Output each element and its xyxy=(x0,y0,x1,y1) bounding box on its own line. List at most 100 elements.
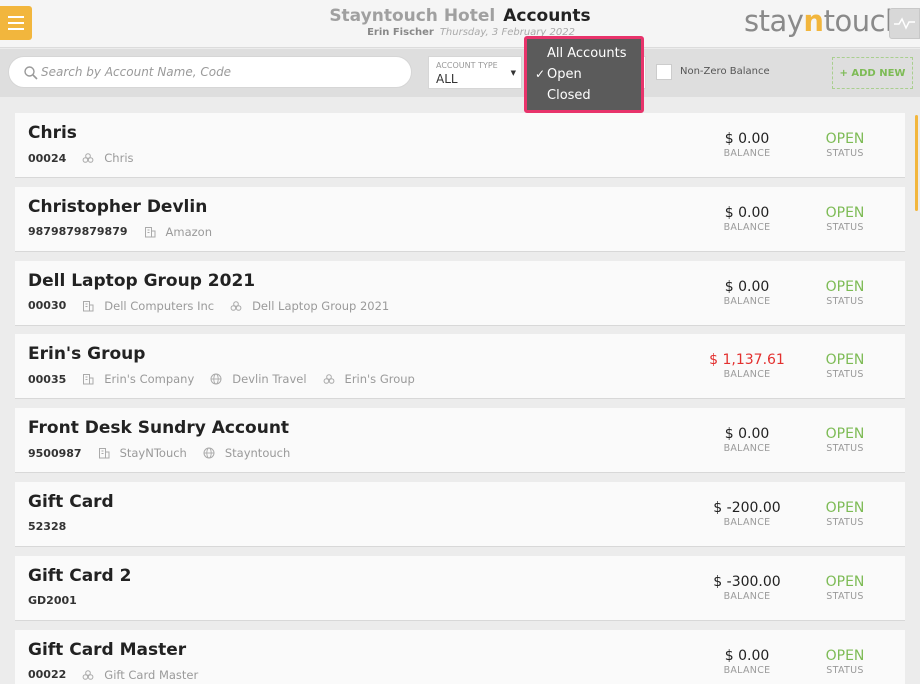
app-header: Stayntouch Hotel Accounts Erin Fischer Thu… xyxy=(0,0,920,48)
account-meta-item: Stayntouch xyxy=(203,446,290,460)
scrollbar[interactable] xyxy=(915,115,918,211)
account-code: 9500987 xyxy=(28,446,82,460)
status-caption: STATUS xyxy=(826,221,864,233)
filter-bar: ACCOUNT TYPE ALL ▼ Non-Zero Balance + AD… xyxy=(0,49,920,97)
account-row[interactable]: Christopher Devlin 9879879879879 Amazon $… xyxy=(15,186,905,252)
search-icon xyxy=(24,66,38,80)
group-icon xyxy=(230,300,247,312)
non-zero-balance-label: Non-Zero Balance xyxy=(680,66,770,77)
account-type-label: ACCOUNT TYPE xyxy=(436,61,498,70)
account-code: 00022 xyxy=(28,668,67,682)
balance-caption: BALANCE xyxy=(723,664,771,676)
account-balance: $ -300.00 BALANCE xyxy=(695,574,799,602)
globe-icon xyxy=(203,447,220,459)
dropdown-option-open[interactable]: ✓ Open xyxy=(527,64,641,85)
account-code: 9879879879879 xyxy=(28,225,128,239)
stayntouch-logo: stayntouch xyxy=(744,4,903,38)
balance-caption: BALANCE xyxy=(723,517,771,528)
account-row[interactable]: Gift Card 52328 $ -200.00 BALANCE OPEN S… xyxy=(15,482,905,547)
balance-caption: BALANCE xyxy=(723,148,771,159)
checkmark-icon: ✓ xyxy=(535,67,546,81)
balance-amount: $ -300.00 xyxy=(713,573,781,590)
account-row[interactable]: Gift Card Master 00022 Gift Card Master $… xyxy=(15,629,905,684)
status-value: OPEN xyxy=(825,352,865,369)
chevron-down-icon: ▼ xyxy=(510,69,516,77)
account-balance: $ 0.00 BALANCE xyxy=(695,426,799,454)
balance-amount: $ 0.00 xyxy=(724,647,770,664)
account-name: Gift Card Master xyxy=(28,639,187,660)
status-dropdown-menu: All Accounts ✓ Open Closed xyxy=(524,36,644,113)
account-meta: GD2001 xyxy=(28,594,93,607)
dropdown-option-closed[interactable]: Closed xyxy=(527,85,641,106)
balance-amount: $ 0.00 xyxy=(724,278,770,295)
balance-caption: BALANCE xyxy=(723,443,771,455)
account-status: OPEN STATUS xyxy=(805,648,885,676)
status-caption: STATUS xyxy=(826,664,864,676)
account-code: GD2001 xyxy=(28,593,77,607)
status-caption: STATUS xyxy=(826,148,864,159)
non-zero-balance-checkbox[interactable] xyxy=(656,64,672,80)
account-balance: $ 0.00 BALANCE xyxy=(695,648,799,676)
company-icon xyxy=(82,373,99,385)
account-meta: 00035 Erin's Company Devlin Travel Erin's G… xyxy=(28,372,431,386)
account-meta: 9500987 StayNTouch Stayntouch xyxy=(28,446,306,460)
account-code: 52328 xyxy=(28,520,67,533)
account-code: 00024 xyxy=(28,151,67,165)
status-value: OPEN xyxy=(825,500,865,516)
search-input[interactable] xyxy=(41,57,401,87)
balance-caption: BALANCE xyxy=(723,221,771,233)
account-type-value: ALL xyxy=(436,72,458,86)
status-value: OPEN xyxy=(825,426,865,443)
account-code: 00030 xyxy=(28,299,67,313)
company-icon xyxy=(98,447,115,459)
account-meta-item: Erin's Group xyxy=(323,372,415,386)
balance-amount: $ 0.00 xyxy=(724,426,770,443)
balance-amount: $ -200.00 xyxy=(713,500,781,516)
page-title: Accounts xyxy=(503,6,591,26)
account-row[interactable]: Chris 00024 Chris $ 0.00 BALANCE OPEN STA… xyxy=(15,113,905,178)
account-status: OPEN STATUS xyxy=(805,426,885,454)
account-meta-item: Devlin Travel xyxy=(210,372,307,386)
account-name: Gift Card 2 xyxy=(28,565,132,586)
status-value: OPEN xyxy=(825,204,865,221)
account-row[interactable]: Erin's Group 00035 Erin's Company Devlin T… xyxy=(15,334,905,400)
pulse-icon[interactable] xyxy=(889,8,920,39)
account-balance: $ 1,137.61 BALANCE xyxy=(695,352,799,380)
account-balance: $ 0.00 BALANCE xyxy=(695,131,799,159)
account-name: Christopher Devlin xyxy=(28,196,208,217)
search-box xyxy=(8,56,412,88)
add-new-button[interactable]: + ADD NEW xyxy=(832,57,913,89)
account-meta: 00030 Dell Computers Inc Dell Laptop Group… xyxy=(28,299,405,313)
status-caption: STATUS xyxy=(826,369,864,381)
account-meta-item: Chris xyxy=(82,151,134,165)
account-balance: $ -200.00 BALANCE xyxy=(695,500,799,528)
dropdown-option-all-accounts[interactable]: All Accounts xyxy=(527,43,641,64)
status-value: OPEN xyxy=(825,647,865,664)
status-caption: STATUS xyxy=(826,443,864,455)
status-caption: STATUS xyxy=(826,517,864,528)
account-status: OPEN STATUS xyxy=(805,352,885,380)
account-meta: 00024 Chris xyxy=(28,151,150,165)
balance-caption: BALANCE xyxy=(723,369,771,381)
accounts-list: Chris 00024 Chris $ 0.00 BALANCE OPEN STA… xyxy=(0,97,920,684)
group-icon xyxy=(82,152,99,164)
account-type-select[interactable]: ACCOUNT TYPE ALL ▼ xyxy=(428,56,522,89)
balance-amount: $ 1,137.61 xyxy=(709,352,785,369)
account-status: OPEN STATUS xyxy=(805,205,885,233)
account-row[interactable]: Gift Card 2 GD2001 $ -300.00 BALANCE OPE… xyxy=(15,555,905,621)
account-meta: 00022 Gift Card Master xyxy=(28,668,214,682)
account-meta: 52328 xyxy=(28,520,82,533)
account-meta-item: StayNTouch xyxy=(98,446,187,460)
account-meta-item: Gift Card Master xyxy=(82,668,198,682)
account-row[interactable]: Front Desk Sundry Account 9500987 StayNTo… xyxy=(15,408,905,474)
account-name: Dell Laptop Group 2021 xyxy=(28,270,256,291)
hotel-name: Stayntouch Hotel xyxy=(329,6,496,26)
account-status: OPEN STATUS xyxy=(805,279,885,307)
user-name: Erin Fischer xyxy=(367,27,434,38)
account-name: Chris xyxy=(28,123,77,143)
account-meta: 9879879879879 Amazon xyxy=(28,225,228,239)
account-name: Gift Card xyxy=(28,492,114,512)
account-row[interactable]: Dell Laptop Group 2021 00030 Dell Compute… xyxy=(15,260,905,326)
account-name: Erin's Group xyxy=(28,344,146,365)
account-status: OPEN STATUS xyxy=(805,131,885,159)
